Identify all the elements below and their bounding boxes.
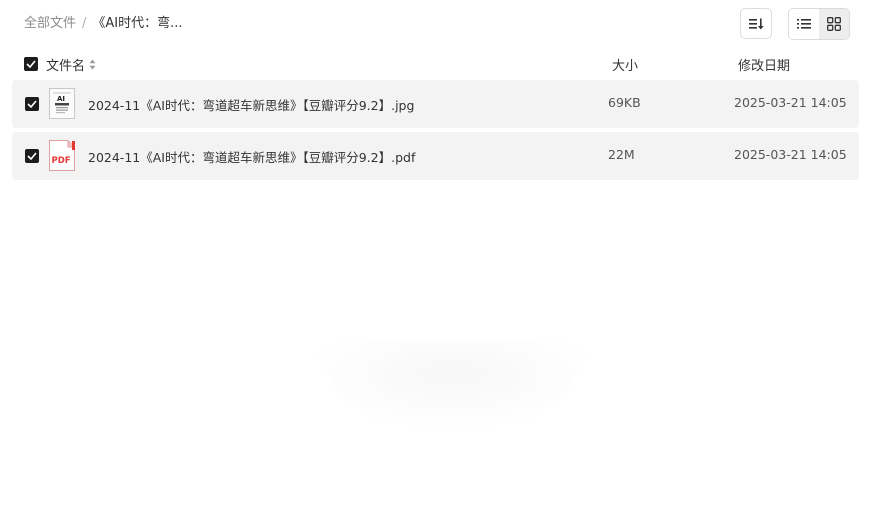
file-row[interactable]: AI 2024-11《AI时代：弯道超车新思维》【豆瓣评分9.2】.jpg 69… xyxy=(12,80,859,128)
row-checkbox[interactable] xyxy=(25,149,39,163)
list-view-button[interactable] xyxy=(789,9,819,39)
image-thumbnail-icon: AI xyxy=(49,88,75,119)
view-toggle xyxy=(788,8,850,40)
file-row[interactable]: PDF 2024-11《AI时代：弯道超车新思维》【豆瓣评分9.2】.pdf 2… xyxy=(12,132,859,180)
svg-text:PDF: PDF xyxy=(52,156,71,166)
list-view-icon xyxy=(797,19,811,29)
sort-button[interactable] xyxy=(740,8,772,39)
table-header: 文件名 大小 修改日期 xyxy=(0,52,874,76)
breadcrumb-separator: / xyxy=(82,16,87,31)
file-size: 69KB xyxy=(608,95,641,110)
file-modified-date: 2025-03-21 14:05 xyxy=(734,95,847,110)
checkmark-icon xyxy=(27,152,37,160)
breadcrumb-current-folder: 《AI时代：弯... xyxy=(92,16,183,31)
sort-icon xyxy=(749,18,764,29)
column-header-name-label: 文件名 xyxy=(46,59,86,74)
select-all-checkbox[interactable] xyxy=(24,57,38,71)
svg-text:AI: AI xyxy=(57,95,65,103)
pdf-file-icon: PDF xyxy=(49,140,75,171)
checkmark-icon xyxy=(27,100,37,108)
checkmark-icon xyxy=(26,60,36,68)
sort-toggle-icon xyxy=(89,59,96,70)
file-modified-date: 2025-03-21 14:05 xyxy=(734,147,847,162)
file-name: 2024-11《AI时代：弯道超车新思维》【豆瓣评分9.2】.pdf xyxy=(88,150,416,165)
breadcrumb-root-link[interactable]: 全部文件 xyxy=(24,15,76,33)
grid-view-button[interactable] xyxy=(819,9,849,39)
file-name: 2024-11《AI时代：弯道超车新思维》【豆瓣评分9.2】.jpg xyxy=(88,98,415,113)
breadcrumb: 全部文件 / 《AI时代：弯... xyxy=(24,15,183,33)
file-size: 22M xyxy=(608,147,635,162)
column-header-size: 大小 xyxy=(612,59,639,74)
column-header-name[interactable]: 文件名 xyxy=(46,55,96,74)
column-header-date: 修改日期 xyxy=(738,59,791,74)
file-browser: 全部文件 / 《AI时代：弯... 文件名 大小 修改日期 AI 2024-11… xyxy=(0,0,874,514)
grid-view-icon xyxy=(827,17,841,31)
row-checkbox[interactable] xyxy=(25,97,39,111)
empty-area-decoration xyxy=(312,340,592,440)
